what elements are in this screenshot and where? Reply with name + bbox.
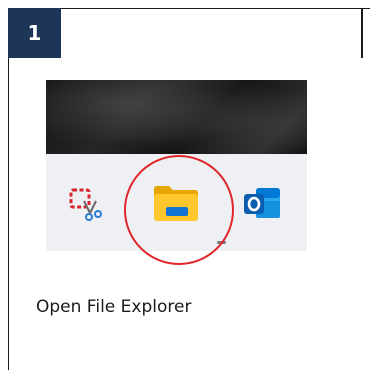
snipping-tool-icon[interactable] <box>68 187 104 223</box>
desktop-wallpaper <box>46 80 307 154</box>
step-number-badge: 1 <box>8 8 61 58</box>
outlook-icon[interactable] <box>242 183 282 223</box>
highlight-circle <box>124 155 234 265</box>
card-border <box>361 8 363 58</box>
instruction-caption: Open File Explorer <box>36 297 192 317</box>
